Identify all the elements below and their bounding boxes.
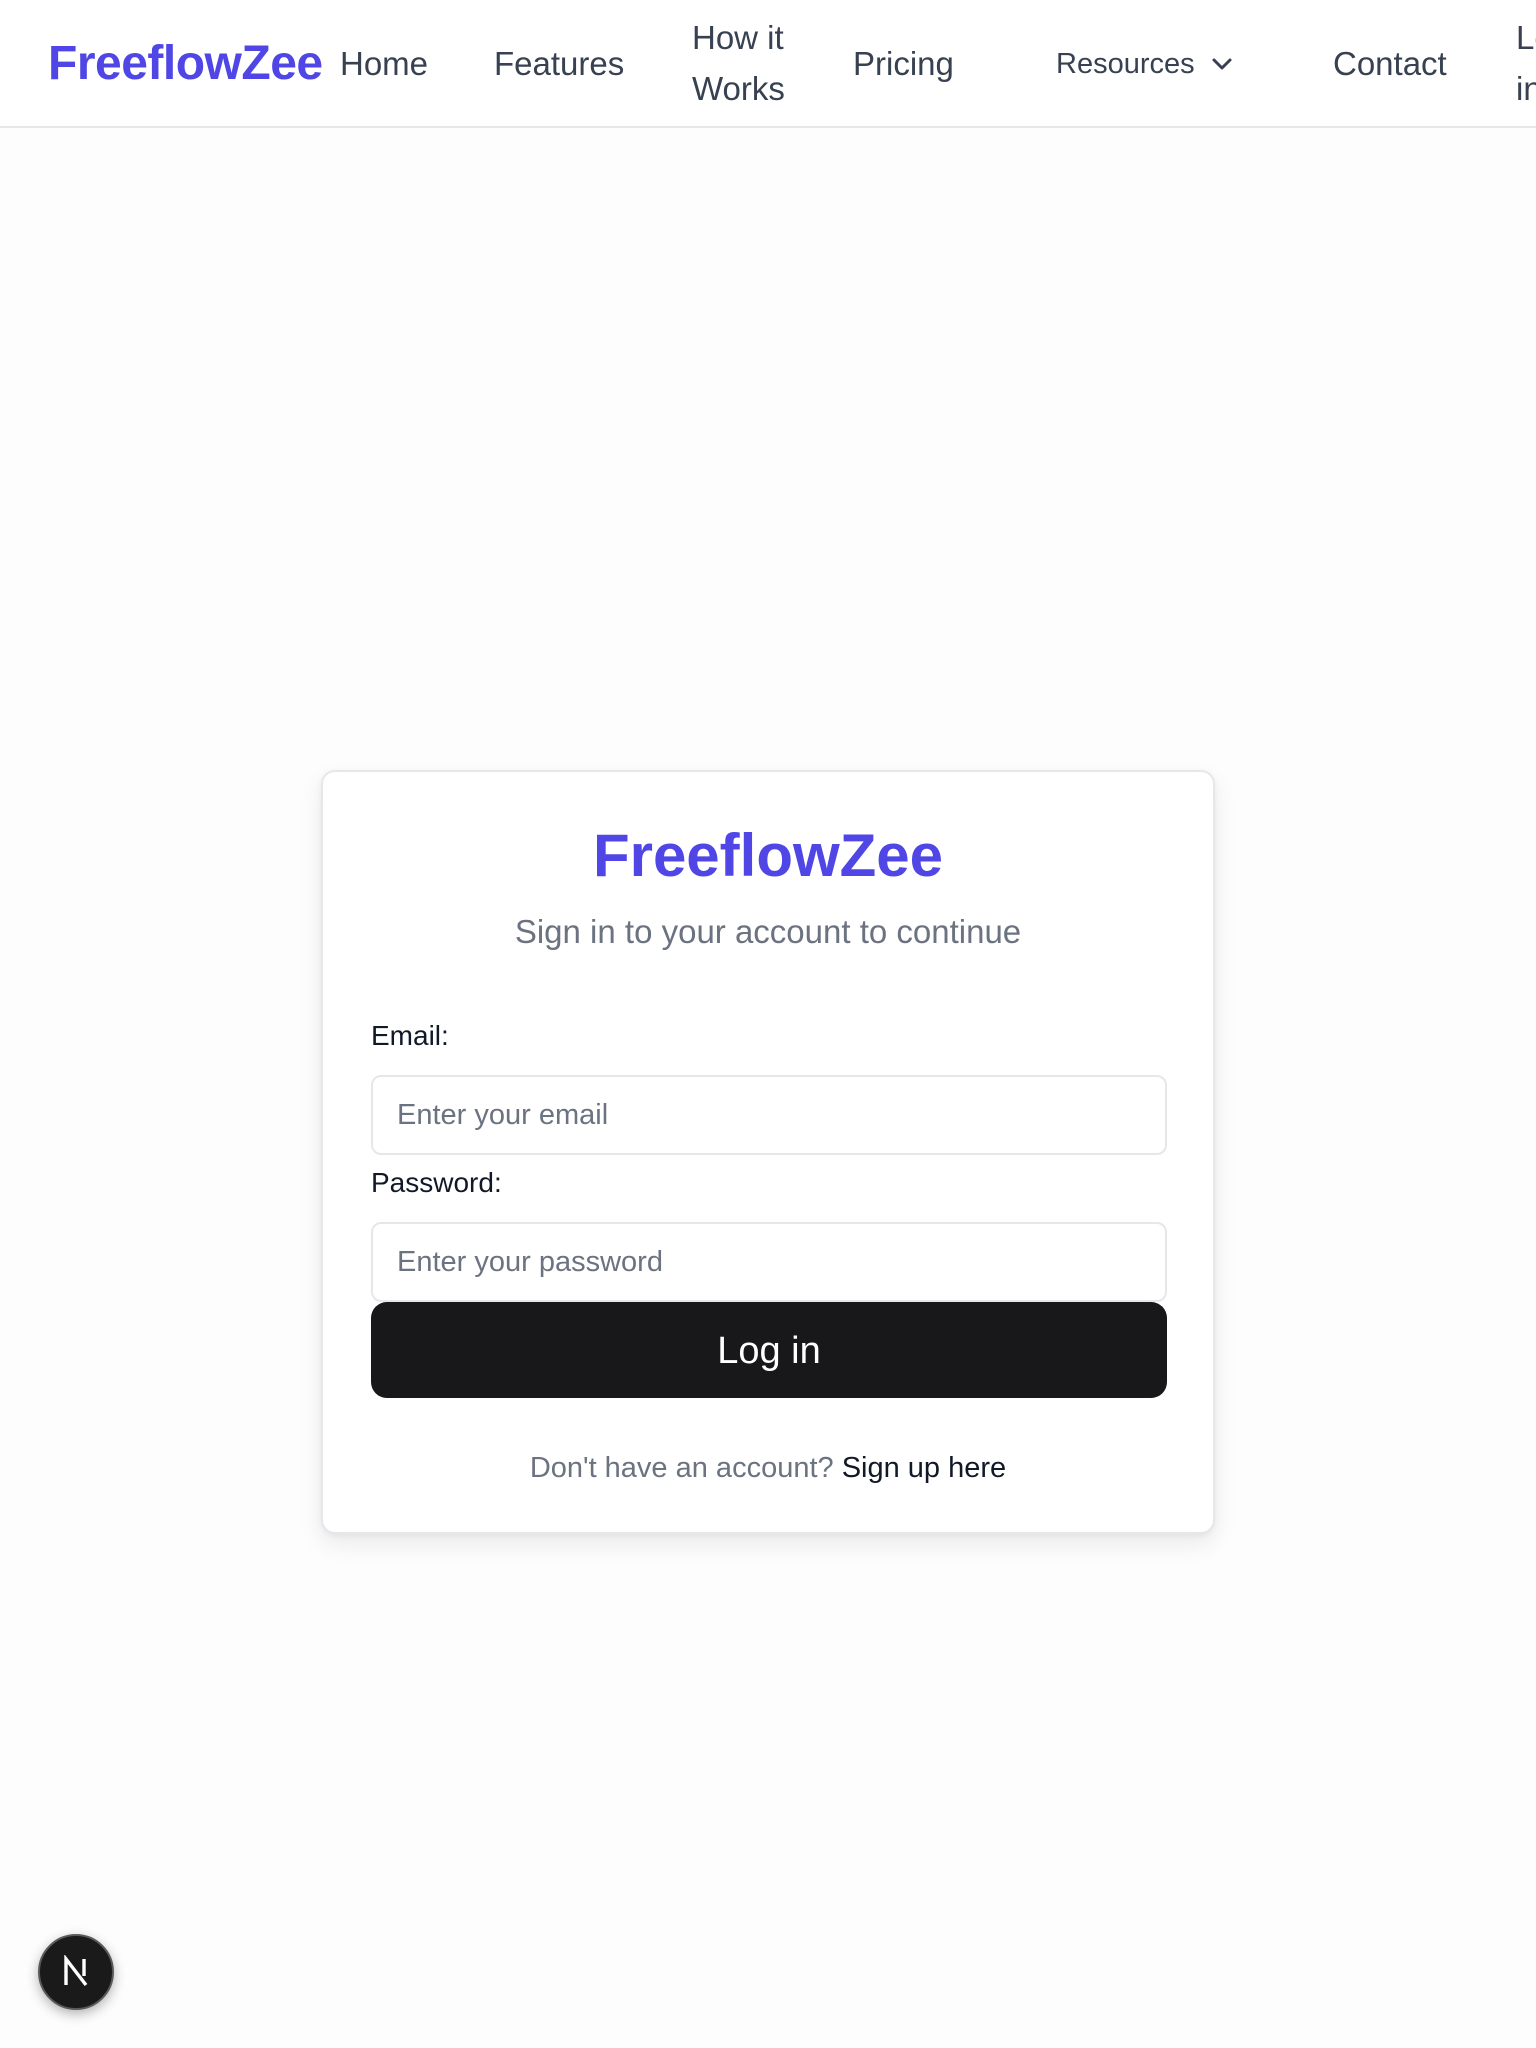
top-navigation-bar: FreeflowZee Home Features How it Works P… bbox=[0, 0, 1536, 128]
signup-link[interactable]: Sign up here bbox=[842, 1452, 1006, 1484]
login-card-title: FreeflowZee bbox=[592, 822, 944, 889]
nav-resources-label: Resources bbox=[1056, 48, 1195, 80]
email-label: Email: bbox=[371, 1020, 449, 1051]
nav-link-how-it-works[interactable]: How it Works bbox=[692, 12, 812, 114]
nextjs-dev-indicator-button[interactable] bbox=[38, 1934, 114, 2010]
nav-dropdown-resources[interactable]: Resources bbox=[1056, 38, 1233, 90]
email-field[interactable] bbox=[371, 1075, 1167, 1155]
login-card-subtitle: Sign in to your account to continue bbox=[514, 913, 1022, 950]
login-card: FreeflowZee Sign in to your account to c… bbox=[321, 770, 1215, 1534]
signup-prompt-line: Don't have an account? Sign up here bbox=[323, 1448, 1213, 1488]
nextjs-logo-icon bbox=[64, 1955, 88, 1987]
chevron-down-icon bbox=[1212, 58, 1232, 70]
nav-link-pricing[interactable]: Pricing bbox=[853, 38, 954, 90]
password-label: Password: bbox=[371, 1167, 502, 1198]
nav-link-home[interactable]: Home bbox=[340, 38, 428, 90]
nav-link-contact[interactable]: Contact bbox=[1333, 38, 1447, 90]
nav-brand-logo[interactable]: FreeflowZee bbox=[48, 34, 323, 94]
login-submit-button[interactable]: Log in bbox=[371, 1302, 1167, 1398]
nav-link-features[interactable]: Features bbox=[494, 38, 624, 90]
nav-link-login[interactable]: Log in bbox=[1516, 12, 1536, 114]
signup-prompt-text: Don't have an account? bbox=[529, 1452, 834, 1484]
password-field[interactable] bbox=[371, 1222, 1167, 1302]
